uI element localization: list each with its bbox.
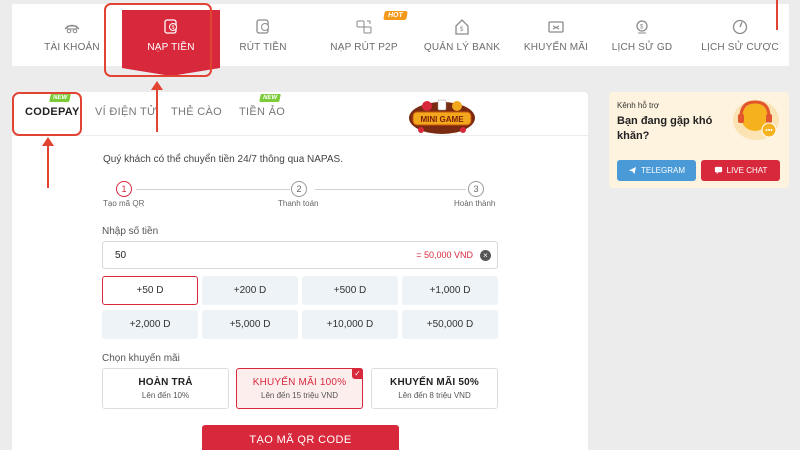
withdraw-icon <box>254 18 272 36</box>
step-1-circle: 1 <box>116 181 132 197</box>
nav-label: QUẢN LÝ BANK <box>423 42 501 53</box>
tab-e-wallet[interactable]: VÍ ĐIỆN TỬ <box>95 106 157 118</box>
promo-subtitle: Lên đến 10% <box>141 391 190 400</box>
nav-label: NẠP RÚT P2P <box>330 42 398 53</box>
amount-value: 50 <box>115 250 127 261</box>
history-icon: $ <box>633 18 651 36</box>
nav-item-promotion[interactable]: KHUYẾN MÃI <box>508 4 604 66</box>
promo-subtitle: Lên đến 15 triệu VND <box>261 391 338 400</box>
telegram-button[interactable]: TELEGRAM <box>617 160 696 181</box>
promo-title: KHUYẾN MÃI 100% <box>252 377 347 388</box>
bet-history-icon <box>731 18 749 36</box>
step-2-label: Thanh toán <box>278 199 319 208</box>
step-connector <box>136 189 290 190</box>
promotion-icon <box>547 18 565 36</box>
quick-amount-chip[interactable]: +10,000 D <box>302 310 398 339</box>
quick-amount-chip[interactable]: +1,000 D <box>402 276 498 305</box>
nav-label: TÀI KHOẢN <box>44 42 100 53</box>
svg-text:$: $ <box>640 25 644 31</box>
highlight-box-nav <box>104 3 212 77</box>
support-card: Kênh hỗ trợ Bạn đang gặp khó khăn? TELEG… <box>609 92 789 188</box>
tab-crypto[interactable]: TIỀN ẢO <box>239 106 285 118</box>
step-3-circle: 3 <box>468 181 484 197</box>
tab-scratch-card[interactable]: THẺ CÀO <box>171 106 222 118</box>
live-chat-button[interactable]: LIVE CHAT <box>701 160 780 181</box>
quick-amount-chip[interactable]: +50 D <box>102 276 198 305</box>
support-title: Kênh hỗ trợ <box>617 101 660 110</box>
telegram-label: TELEGRAM <box>640 166 685 175</box>
nav-label: RÚT TIỀN <box>239 42 287 53</box>
promo-label: Chọn khuyến mãi <box>102 353 180 364</box>
quick-amount-chip[interactable]: +2,000 D <box>102 310 198 339</box>
clear-icon[interactable]: × <box>480 250 491 261</box>
step-connector <box>315 189 466 190</box>
nav-label: KHUYẾN MÃI <box>523 42 589 53</box>
quick-amount-chip[interactable]: +50,000 D <box>402 310 498 339</box>
step-2-circle: 2 <box>291 181 307 197</box>
nav-item-history[interactable]: $ LỊCH SỬ GD <box>600 4 684 66</box>
quick-amount-chip[interactable]: +500 D <box>302 276 398 305</box>
amount-converted: = 50,000 VND <box>416 250 473 260</box>
nav-item-bet-history[interactable]: LỊCH SỬ CƯỢC <box>692 4 788 66</box>
bank-icon: $ <box>453 18 471 36</box>
promo-option-50[interactable]: KHUYẾN MÃI 50% Lên đến 8 triệu VND <box>371 368 498 409</box>
highlight-box-tab <box>12 92 82 136</box>
promo-option-100[interactable]: KHUYẾN MÃI 100% Lên đến 15 triệu VND ✓ <box>236 368 363 409</box>
chat-icon <box>714 166 722 175</box>
nav-label: LỊCH SỬ CƯỢC <box>701 42 779 53</box>
new-badge: NEW <box>259 94 281 102</box>
create-qr-button[interactable]: TẠO MÃ QR CODE <box>202 425 399 450</box>
support-headset-icon <box>733 100 779 140</box>
promo-subtitle: Lên đến 8 triệu VND <box>398 391 471 400</box>
quick-amount-chip[interactable]: +5,000 D <box>202 310 298 339</box>
intro-text: Quý khách có thể chuyển tiền 24/7 thông … <box>103 154 343 165</box>
quick-amount-chip[interactable]: +200 D <box>202 276 298 305</box>
annotation-arrow-up <box>42 137 54 188</box>
check-icon: ✓ <box>352 368 363 379</box>
support-subtitle: Bạn đang gặp khó khăn? <box>617 115 713 142</box>
promo-title: KHUYẾN MÃI 50% <box>390 377 479 388</box>
telegram-icon <box>628 166 637 175</box>
promo-title: HOÀN TRẢ <box>138 377 193 388</box>
p2p-icon <box>355 18 373 36</box>
payment-tabs: CODEPAY NEW VÍ ĐIỆN TỬ THẺ CÀO TIỀN ẢO N… <box>12 92 588 136</box>
logo-text: MINI GAME <box>420 115 464 124</box>
nav-item-bank[interactable]: $ QUẢN LÝ BANK <box>410 4 514 66</box>
live-chat-label: LIVE CHAT <box>726 166 768 175</box>
account-icon <box>63 18 81 36</box>
step-3-label: Hoàn thành <box>454 199 496 208</box>
hot-badge: HOT <box>383 11 408 20</box>
nav-item-withdraw[interactable]: RÚT TIỀN <box>220 4 306 66</box>
svg-text:$: $ <box>460 27 464 33</box>
promo-option-cashback[interactable]: HOÀN TRẢ Lên đến 10% <box>102 368 229 409</box>
deposit-card: CODEPAY NEW VÍ ĐIỆN TỬ THẺ CÀO TIỀN ẢO N… <box>12 92 588 450</box>
amount-input[interactable]: 50 = 50,000 VND × <box>102 241 498 269</box>
amount-label: Nhập số tiền <box>102 226 159 237</box>
minigame-logo[interactable]: MINI GAME <box>407 98 477 136</box>
step-1-label: Tạo mã QR <box>103 199 145 208</box>
annotation-arrow-up <box>151 81 163 132</box>
nav-label: LỊCH SỬ GD <box>611 42 673 53</box>
annotation-line <box>776 0 778 30</box>
